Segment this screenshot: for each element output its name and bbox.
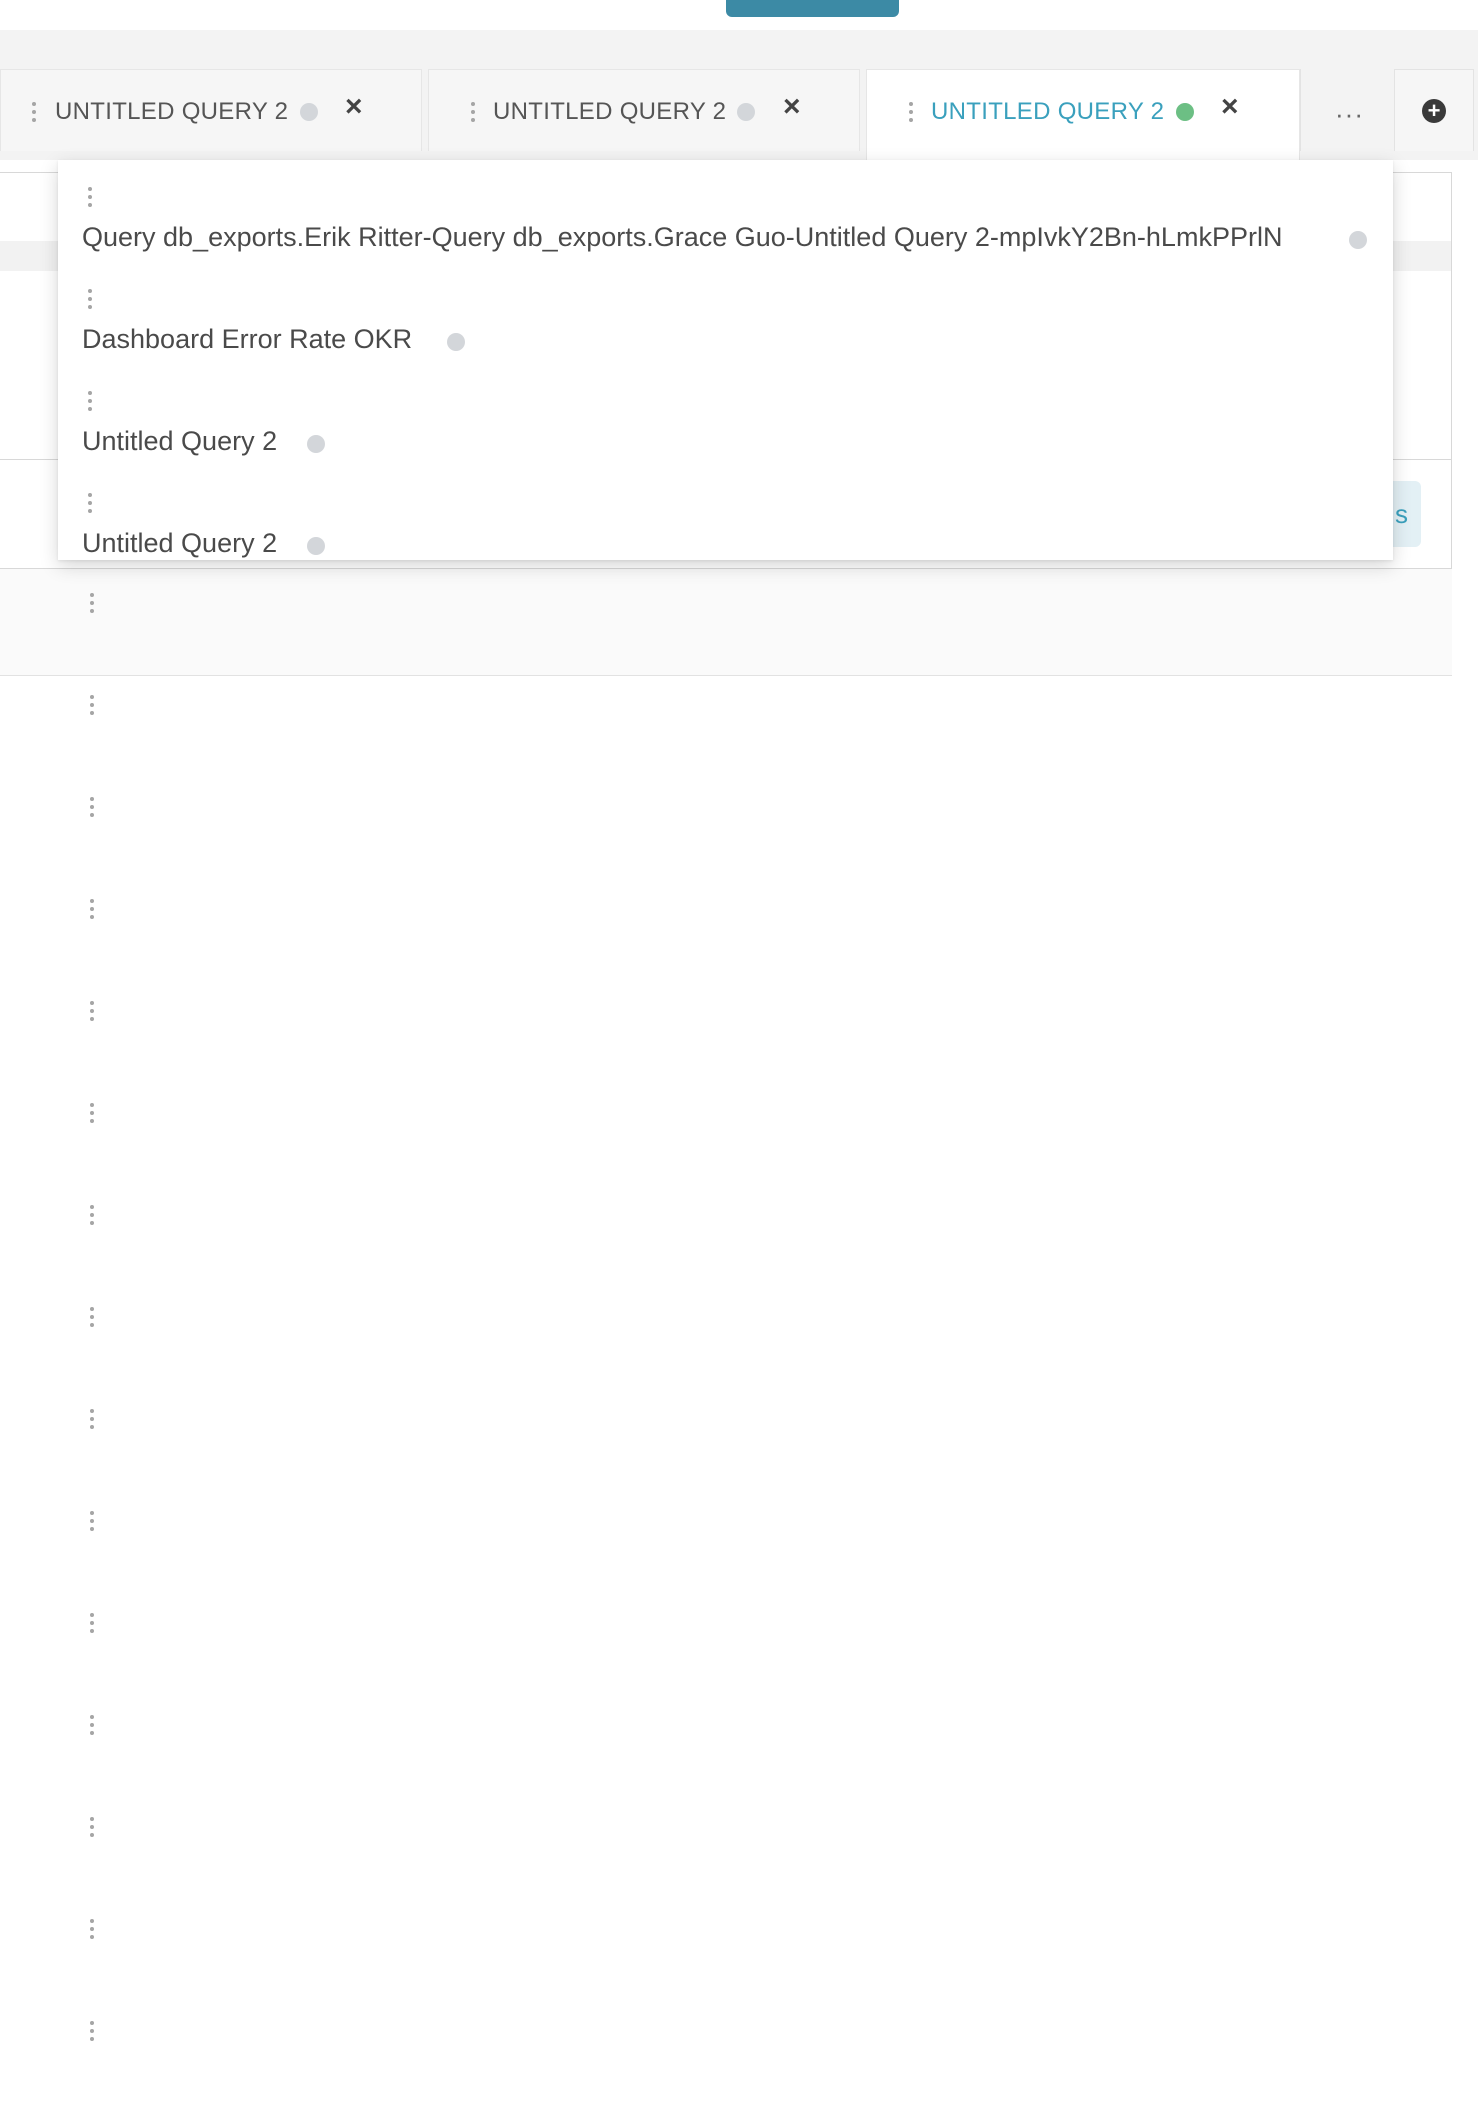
drag-handle-icon[interactable] xyxy=(88,493,92,513)
drag-handle-icon[interactable] xyxy=(88,187,92,207)
editor-action-button-label: s xyxy=(1395,499,1408,529)
drag-handle-icon[interactable] xyxy=(90,797,94,817)
drag-handle-icon[interactable] xyxy=(90,1817,94,1837)
plus-circle-icon: + xyxy=(1422,99,1446,123)
close-icon[interactable]: × xyxy=(783,92,801,122)
drag-handle-icon[interactable] xyxy=(90,695,94,715)
dropdown-item-label: Query db_exports.Erik Ritter-Query db_ex… xyxy=(82,222,1283,252)
drag-handle-icon[interactable] xyxy=(88,289,92,309)
tab-label: UNTITLED QUERY 2 xyxy=(493,98,727,125)
dropdown-item-label: Untitled Query 2 xyxy=(82,528,278,558)
dropdown-item-label: Untitled Query 2 xyxy=(82,426,278,456)
drag-handle-icon[interactable] xyxy=(90,593,94,613)
status-indicator-icon xyxy=(300,103,318,121)
status-indicator-icon xyxy=(1349,231,1367,249)
run-button[interactable] xyxy=(726,0,899,17)
status-indicator-icon xyxy=(1176,103,1194,121)
drag-handle-icon[interactable] xyxy=(88,391,92,411)
top-toolbar xyxy=(0,0,1478,31)
status-indicator-icon xyxy=(447,333,465,351)
status-indicator-icon xyxy=(737,103,755,121)
drag-handle-icon[interactable] xyxy=(90,1715,94,1735)
query-tab-2[interactable]: UNTITLED QUERY 2 × xyxy=(428,69,860,151)
close-icon[interactable]: × xyxy=(345,92,363,122)
drag-handle-icon[interactable] xyxy=(909,102,913,122)
drag-handle-icon[interactable] xyxy=(90,2021,94,2041)
query-tab-1[interactable]: UNTITLED QUERY 2 × xyxy=(0,69,422,151)
status-indicator-icon xyxy=(307,435,325,453)
drag-handle-icon[interactable] xyxy=(90,1409,94,1429)
dropdown-item[interactable]: Query db_exports.Erik Ritter-Query db_ex… xyxy=(58,160,1393,262)
query-tab-3-active[interactable]: UNTITLED QUERY 2 × xyxy=(866,69,1300,160)
drag-handle-icon[interactable] xyxy=(90,1511,94,1531)
close-icon[interactable]: × xyxy=(1221,92,1239,122)
drag-handle-icon[interactable] xyxy=(90,1307,94,1327)
dropdown-item-label: Dashboard Error Rate OKR xyxy=(82,324,413,354)
drag-handle-icon[interactable] xyxy=(90,1103,94,1123)
drag-handle-icon[interactable] xyxy=(32,102,36,122)
drag-handle-icon[interactable] xyxy=(471,102,475,122)
drag-handle-icon[interactable] xyxy=(90,1613,94,1633)
tab-label: UNTITLED QUERY 2 xyxy=(931,98,1165,125)
tab-overflow-button[interactable]: ··· xyxy=(1300,69,1392,151)
more-horizontal-icon: ··· xyxy=(1335,99,1364,129)
drag-handle-icon[interactable] xyxy=(90,1001,94,1021)
status-indicator-icon xyxy=(307,537,325,555)
dropdown-item[interactable]: Untitled Query 2 xyxy=(58,364,1393,466)
drag-handle-icon[interactable] xyxy=(90,1205,94,1225)
dropdown-item[interactable]: Untitled Query 2 xyxy=(58,466,1393,560)
tab-list-dropdown: Query db_exports.Erik Ritter-Query db_ex… xyxy=(58,160,1393,560)
results-area xyxy=(0,569,1452,676)
drag-handle-icon[interactable] xyxy=(90,1919,94,1939)
tab-label: UNTITLED QUERY 2 xyxy=(55,98,289,125)
add-tab-button[interactable]: + xyxy=(1394,69,1474,151)
drag-handle-icon[interactable] xyxy=(90,899,94,919)
dropdown-item[interactable]: Dashboard Error Rate OKR xyxy=(58,262,1393,364)
